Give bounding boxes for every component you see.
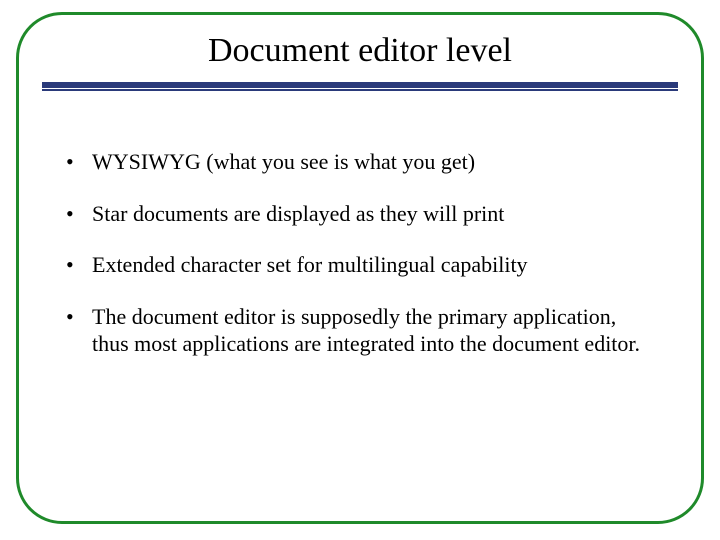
slide-body: WYSIWYG (what you see is what you get) S… (62, 148, 658, 382)
slide: Document editor level WYSIWYG (what you … (0, 0, 720, 540)
list-item: WYSIWYG (what you see is what you get) (62, 148, 658, 176)
slide-title: Document editor level (40, 32, 680, 70)
title-area: Document editor level (40, 32, 680, 70)
list-item: Star documents are displayed as they wil… (62, 200, 658, 228)
list-item: The document editor is supposedly the pr… (62, 303, 658, 358)
list-item: Extended character set for multilingual … (62, 251, 658, 279)
title-underline (42, 82, 678, 91)
bullet-list: WYSIWYG (what you see is what you get) S… (62, 148, 658, 358)
